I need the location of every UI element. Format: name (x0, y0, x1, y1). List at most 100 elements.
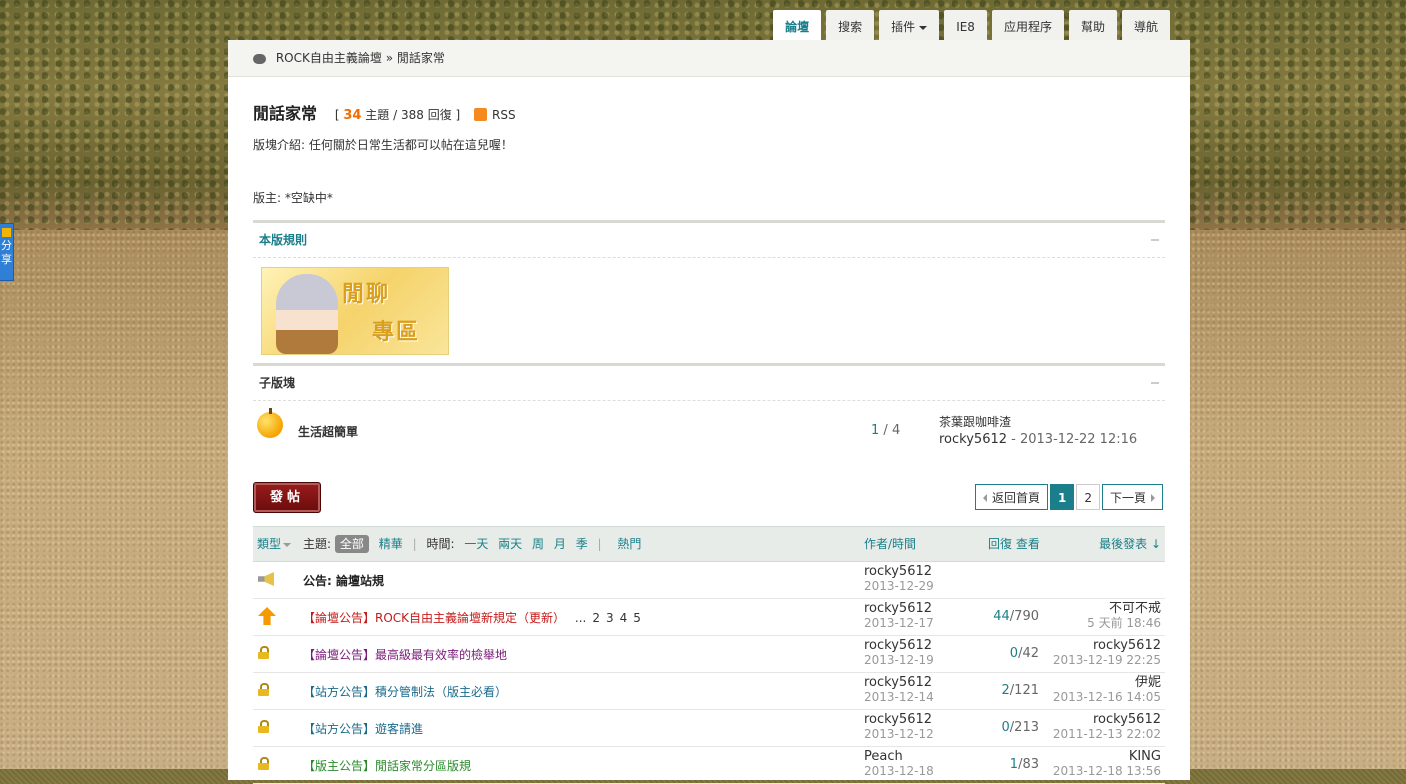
last-user-link[interactable]: rocky5612 (1053, 713, 1161, 727)
author-link[interactable]: rocky5612 (864, 602, 934, 616)
author-link[interactable]: rocky5612 (864, 676, 934, 690)
view-count: 790 (1014, 609, 1039, 624)
new-post-button[interactable]: 發帖 (253, 482, 321, 513)
thread-subject: 公告: 論壇站規 (303, 572, 384, 589)
table-row: 【站方公告】積分管制法（版主必看） rocky5612 2013-12-14 2/… (253, 673, 1165, 710)
thread-pages: ... 2 3 4 5 (569, 611, 641, 625)
thread-title: 遊客請進 (375, 722, 424, 736)
subject-label: 主題: (303, 537, 332, 551)
time-label: 時間: (426, 537, 455, 551)
rss-icon (474, 108, 488, 121)
reply-count: 1 (1009, 757, 1019, 772)
last-time: 2011-12-13 22:02 (1052, 727, 1161, 741)
forum-stats: [ 34 主題 / 388 回復 ] (334, 108, 461, 123)
last-user-link[interactable]: KING (1053, 750, 1161, 764)
collapse-icon[interactable] (1151, 382, 1159, 384)
filter-digest[interactable]: 精華 (379, 537, 403, 551)
thread-author: rocky5612 2013-12-17 (864, 602, 934, 631)
last-user-link[interactable]: rocky5612 (1053, 639, 1161, 653)
nav-tab-label: IE8 (956, 20, 975, 34)
nav-tab-forum[interactable]: 論壇 (773, 10, 822, 40)
last-user-link[interactable]: 不可不戒 (1087, 602, 1161, 616)
filter-hot[interactable]: 熱門 (617, 537, 641, 551)
thread-counts: 1/83 (1009, 757, 1039, 772)
filter-time-day[interactable]: 一天 (464, 537, 488, 551)
back-to-home-button[interactable]: 返回首頁 (974, 484, 1048, 510)
reply-count: 0 (1009, 646, 1019, 661)
thread-title-link[interactable]: 【論壇公告】最高級最有效率的檢舉地 (303, 648, 507, 662)
subforum-last-user-link[interactable]: rocky5612 (939, 432, 1007, 447)
thread-date: 2013-12-19 (864, 653, 934, 667)
nav-tab-apps[interactable]: 应用程序 (991, 10, 1064, 40)
last-post: 不可不戒 5 天前 18:46 (1087, 602, 1161, 631)
nav-tab-plugins[interactable]: 插件 (879, 10, 940, 40)
thread-page-link[interactable]: 2 (592, 611, 600, 625)
table-row: 【論壇公告】ROCK自由主義論壇新規定（更新） ... 2 3 4 5 rocky561… (253, 599, 1165, 636)
table-header: 類型 主題: 全部 精華 | 時間: 一天 兩天 周 月 季 | 熱門 作者/時… (253, 526, 1165, 562)
forum-title: 閒話家常 (253, 104, 318, 123)
nav-tab-ie8[interactable]: IE8 (944, 10, 987, 40)
thread-title-link[interactable]: 【版主公告】閒話家常分區版規 (303, 759, 471, 773)
author-link[interactable]: rocky5612 (864, 713, 934, 727)
reply-count: 44 (993, 609, 1010, 624)
filter-time-month[interactable]: 月 (554, 537, 566, 551)
subforum-last-title-link[interactable]: 茶葉跟咖啡渣 (939, 413, 1137, 431)
table-row: 【論壇公告】最高級最有效率的檢舉地 rocky5612 2013-12-19 0/… (253, 636, 1165, 673)
subforum-header[interactable]: 子版塊 (253, 366, 1165, 401)
sort-last-post[interactable]: 最後發表 ↓ (1099, 527, 1161, 561)
page-1-button[interactable]: 1 (1049, 484, 1075, 510)
nav-tab-navigation[interactable]: 導航 (1121, 10, 1170, 40)
table-row: 【站方公告】遊客請進 rocky5612 2013-12-12 0/213 roc… (253, 710, 1165, 747)
subforum-row: 生活超簡單 1 / 4 茶葉跟咖啡渣 rocky5612 - 2013-12-2… (253, 401, 1165, 463)
thread-title-link[interactable]: 【論壇公告】ROCK自由主義論壇新規定（更新） (303, 611, 565, 625)
thread-prefix: 【站方公告】 (303, 722, 376, 736)
back-label: 返回首頁 (991, 491, 1040, 505)
chevron-down-icon (283, 542, 292, 547)
thread-subject: 【站方公告】積分管制法（版主必看） (303, 683, 507, 700)
view-count: 121 (1014, 683, 1039, 698)
author-link[interactable]: Peach (864, 750, 934, 764)
nav-tab-label: 導航 (1133, 20, 1158, 34)
nav-tab-search[interactable]: 搜索 (826, 10, 875, 40)
collapse-icon[interactable] (1151, 239, 1159, 241)
subforum-heading: 子版塊 (259, 376, 296, 390)
breadcrumb-current-link[interactable]: 閒話家常 (397, 51, 445, 65)
thread-page-link[interactable]: 5 (633, 611, 641, 625)
nav-tab-label: 插件 (891, 20, 916, 34)
type-filter-dropdown[interactable]: 類型 (257, 527, 292, 561)
rss-link[interactable]: RSS (474, 108, 516, 122)
author-link[interactable]: rocky5612 (864, 639, 934, 653)
view-count: 83 (1022, 757, 1039, 772)
thread-page-link[interactable]: 3 (606, 611, 614, 625)
type-label: 類型 (257, 537, 282, 551)
filter-time-week[interactable]: 周 (532, 537, 544, 551)
thread-date: 2013-12-29 (864, 579, 934, 593)
filter-time-two-days[interactable]: 兩天 (498, 537, 522, 551)
thread-page-link[interactable]: 4 (620, 611, 628, 625)
nav-tab-help[interactable]: 幫助 (1068, 10, 1117, 40)
banner-text-line1: 閒聊 (342, 282, 391, 307)
thread-title-link[interactable]: 【站方公告】積分管制法（版主必看） (303, 685, 507, 699)
next-page-button[interactable]: 下一頁 (1101, 484, 1163, 510)
page-2-button[interactable]: 2 (1076, 484, 1100, 510)
chevron-left-icon (982, 494, 987, 502)
thread-title-link[interactable]: 【站方公告】遊客請進 (303, 722, 423, 736)
filter-all[interactable]: 全部 (334, 535, 369, 553)
breadcrumb-site-link[interactable]: ROCK自由主義論壇 (276, 51, 382, 65)
subforum-last-time: 2013-12-22 12:16 (1019, 432, 1138, 447)
thread-prefix: 【論壇公告】 (303, 648, 376, 662)
thread-title-link[interactable]: 公告: 論壇站規 (303, 574, 384, 588)
filter-time-season[interactable]: 季 (576, 537, 588, 551)
thread-subject: 【論壇公告】ROCK自由主義論壇新規定（更新） ... 2 3 4 5 (303, 609, 641, 626)
subforum-post-count: 4 (891, 423, 901, 438)
subforum-name-link[interactable]: 生活超簡單 (298, 423, 358, 440)
sort-author-time[interactable]: 作者/時間 (864, 527, 916, 561)
thread-title: 最高級最有效率的檢舉地 (375, 648, 508, 662)
thread-author: rocky5612 2013-12-29 (864, 565, 934, 594)
sort-replies-views[interactable]: 回復 查看 (988, 527, 1040, 561)
author-link[interactable]: rocky5612 (864, 565, 934, 579)
nav-tab-label: 幫助 (1080, 20, 1105, 34)
last-user-link[interactable]: 伊妮 (1053, 676, 1161, 690)
share-tab[interactable]: 分享 (0, 223, 14, 281)
rules-header[interactable]: 本版規則 (253, 223, 1165, 258)
